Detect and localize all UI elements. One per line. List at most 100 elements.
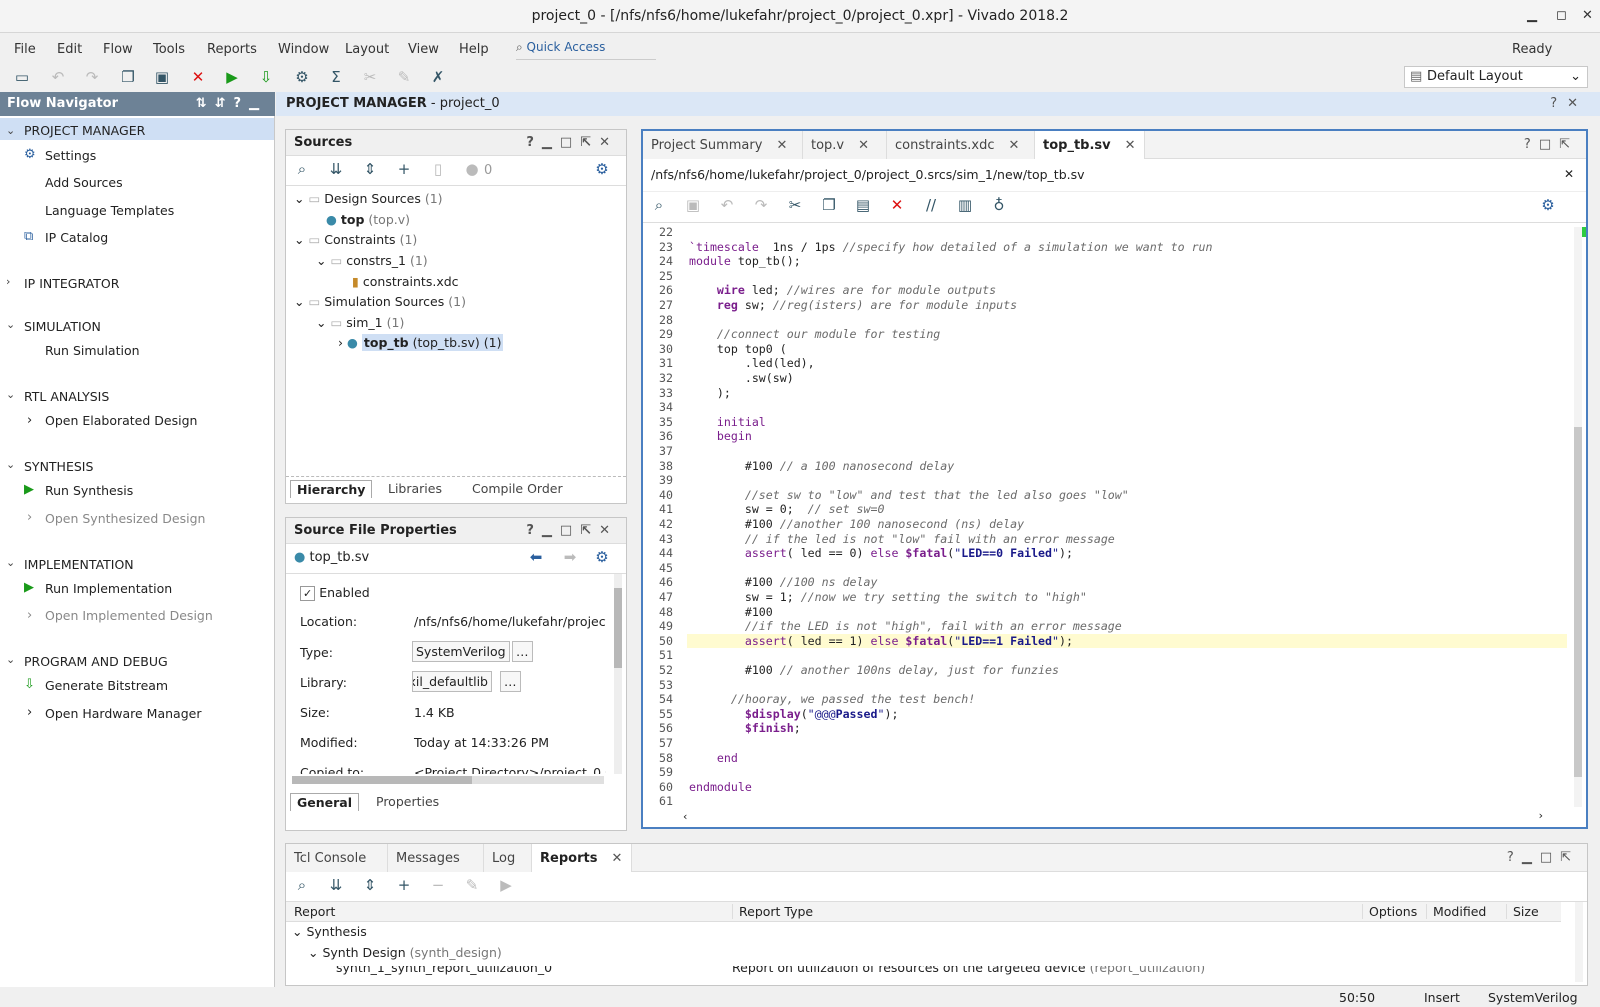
panel-controls[interactable]: ?▁□⇱✕ <box>526 523 618 538</box>
tab-messages[interactable]: Messages <box>388 844 484 872</box>
report-row-synth-design[interactable]: ⌄ Synth Design (synth_design) <box>308 945 502 960</box>
nav-item-run-implementation[interactable]: Run Implementation <box>45 581 172 596</box>
properties-icon[interactable]: ▯ <box>428 159 448 179</box>
nav-item-open-elaborated[interactable]: Open Elaborated Design <box>45 413 197 428</box>
col-report[interactable]: Report <box>294 904 335 919</box>
report-row-utilization[interactable]: synth_1_synth_report_utilization_0 Repor… <box>336 966 1566 976</box>
nav-section-simulation[interactable]: SIMULATION <box>24 319 101 334</box>
chevron-down-icon[interactable]: ⌄ <box>6 556 15 569</box>
tab-general[interactable]: General <box>290 793 359 811</box>
code-line[interactable]: //if the LED is not "high", fail with an… <box>689 619 1122 633</box>
search-icon[interactable]: ⌕ <box>292 159 312 179</box>
expand-all-icon[interactable]: ⇕ <box>360 875 380 895</box>
undo-icon[interactable]: ↶ <box>717 195 737 215</box>
chevron-down-icon[interactable]: ⌄ <box>6 388 15 401</box>
code-line[interactable]: //set sw to "low" and test that the led … <box>689 488 1129 502</box>
code-line[interactable]: initial <box>689 415 766 429</box>
tree-constrs-1[interactable]: ⌄ ▭ constrs_1 (1) <box>316 253 428 268</box>
editor-horizontal-scrollbar[interactable]: ‹ › <box>683 809 1543 823</box>
collapse-all-icon[interactable]: ⇊ <box>326 159 346 179</box>
code-line[interactable]: wire led; //wires are for module outputs <box>689 283 996 297</box>
navigator-controls[interactable]: ⇅⇵?▁ <box>196 96 267 111</box>
nav-section-ip-integrator[interactable]: IP INTEGRATOR <box>24 276 119 291</box>
quick-access-field[interactable]: ⌕ Quick Access <box>516 40 656 60</box>
add-icon[interactable]: + <box>394 875 414 895</box>
maximize-icon[interactable]: ◻ <box>1556 8 1567 23</box>
enabled-checkbox[interactable]: ✓ Enabled <box>300 585 370 601</box>
nav-item-open-synthesized[interactable]: Open Synthesized Design <box>45 511 205 526</box>
tab-compile-order[interactable]: Compile Order <box>472 481 563 496</box>
tree-sim-1[interactable]: ⌄ ▭ sim_1 (1) <box>316 315 404 330</box>
close-icon[interactable]: ✕ <box>858 138 869 153</box>
chevron-right-icon[interactable]: › <box>27 510 32 525</box>
add-icon[interactable]: + <box>394 159 414 179</box>
nav-section-implementation[interactable]: IMPLEMENTATION <box>24 557 134 572</box>
code-line[interactable]: assert( led == 0) else $fatal("LED==0 Fa… <box>689 546 1073 560</box>
library-more-button[interactable]: … <box>500 671 521 692</box>
code-line[interactable]: #100 <box>689 605 773 619</box>
code-line[interactable]: .sw(sw) <box>689 371 794 385</box>
save-icon[interactable]: ▣ <box>152 67 172 87</box>
menu-view[interactable]: View <box>408 42 439 57</box>
nav-item-add-sources[interactable]: Add Sources <box>45 175 123 190</box>
code-line[interactable]: sw = 1; //now we try setting the switch … <box>689 590 1087 604</box>
redo-icon[interactable]: ↷ <box>751 195 771 215</box>
tab-tcl-console[interactable]: Tcl Console <box>286 844 388 872</box>
chevron-down-icon[interactable]: ⌄ <box>6 458 15 471</box>
delete-icon[interactable]: ✕ <box>188 67 208 87</box>
remove-icon[interactable]: − <box>428 875 448 895</box>
chevron-down-icon[interactable]: ⌄ <box>6 653 15 666</box>
menu-edit[interactable]: Edit <box>57 42 82 57</box>
code-line[interactable]: //connect our module for testing <box>689 327 940 341</box>
chevron-down-icon[interactable]: ⌄ <box>6 124 15 137</box>
code-line[interactable]: $display("@@@Passed"); <box>689 707 899 721</box>
nav-item-open-hardware-manager[interactable]: Open Hardware Manager <box>45 706 201 721</box>
nav-item-ip-catalog[interactable]: IP Catalog <box>45 230 108 245</box>
menu-flow[interactable]: Flow <box>103 42 133 57</box>
nav-section-program-debug[interactable]: PROGRAM AND DEBUG <box>24 654 168 669</box>
code-line[interactable]: end <box>689 751 738 765</box>
bottom-panel-controls[interactable]: ?▁□⇱ <box>1507 850 1579 865</box>
open-project-icon[interactable]: ▭ <box>12 67 32 87</box>
tab-libraries[interactable]: Libraries <box>388 481 442 496</box>
tree-constraints[interactable]: ⌄ ▭ Constraints (1) <box>294 232 417 247</box>
col-report-type[interactable]: Report Type <box>732 904 813 919</box>
nav-section-synthesis[interactable]: SYNTHESIS <box>24 459 93 474</box>
col-options[interactable]: Options <box>1362 904 1417 919</box>
code-line[interactable]: #100 //100 ns delay <box>689 575 878 589</box>
code-line[interactable]: reg sw; //reg(isters) are for module inp… <box>689 298 1017 312</box>
chevron-right-icon[interactable]: › <box>27 608 32 623</box>
redo-icon[interactable]: ↷ <box>82 67 102 87</box>
columns-icon[interactable]: ▥ <box>955 195 975 215</box>
disabled-edit-icon[interactable]: ✎ <box>394 67 414 87</box>
editor-vertical-scrollbar[interactable] <box>1574 227 1582 807</box>
gear-icon[interactable]: ⚙ <box>1538 195 1558 215</box>
minimize-icon[interactable]: ▁ <box>1527 8 1537 23</box>
menu-window[interactable]: Window <box>278 42 329 57</box>
nav-item-open-implemented[interactable]: Open Implemented Design <box>45 608 213 623</box>
code-line[interactable]: top top0 ( <box>689 342 787 356</box>
run-icon[interactable]: ▶ <box>222 67 242 87</box>
wrench-icon[interactable]: ✗ <box>428 67 448 87</box>
copy-icon[interactable]: ❐ <box>819 195 839 215</box>
nav-item-run-synthesis[interactable]: Run Synthesis <box>45 483 133 498</box>
code-area[interactable]: 22 23 `timescale 1ns / 1ps //specify how d… <box>643 227 1571 807</box>
prop-library-value[interactable]: xil_defaultlib <box>412 671 492 692</box>
chevron-right-icon[interactable]: › <box>6 275 10 288</box>
code-line[interactable]: endmodule <box>689 780 752 794</box>
close-icon[interactable]: ✕ <box>1008 138 1019 153</box>
menu-reports[interactable]: Reports <box>207 42 257 57</box>
tree-top[interactable]: ● top (top.v) <box>326 212 410 227</box>
code-line[interactable]: .led(led), <box>689 356 815 370</box>
tab-top-tb-sv[interactable]: top_tb.sv ✕ <box>1035 131 1145 159</box>
save-icon[interactable]: ▣ <box>683 195 703 215</box>
chevron-right-icon[interactable]: › <box>27 705 32 720</box>
collapse-all-icon[interactable]: ⇊ <box>326 875 346 895</box>
tab-reports[interactable]: Reports ✕ <box>532 844 632 872</box>
tree-top-tb[interactable]: › ● top_tb (top_tb.sv) (1) <box>338 334 504 351</box>
code-line[interactable]: //hooray, we passed the test bench! <box>689 692 975 706</box>
cut-icon[interactable]: ✂ <box>785 195 805 215</box>
nav-section-rtl-analysis[interactable]: RTL ANALYSIS <box>24 389 109 404</box>
nav-section-project-manager[interactable]: PROJECT MANAGER <box>24 123 145 138</box>
chevron-down-icon[interactable]: ⌄ <box>6 318 15 331</box>
